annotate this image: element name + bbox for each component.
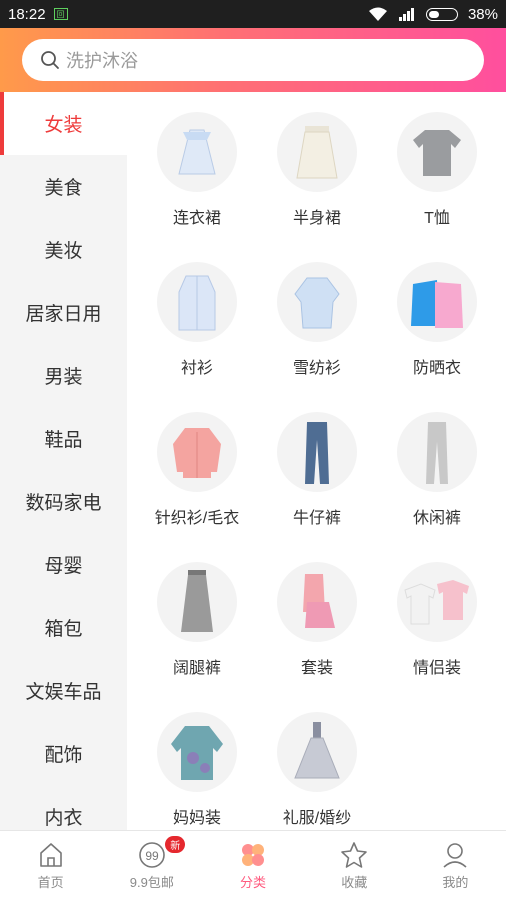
sidebar-item-label: 箱包 — [44, 619, 83, 640]
sidebar-item-2[interactable]: 美妆 — [0, 218, 127, 281]
category-sidebar: 女装美食美妆居家日用男装鞋品数码家电母婴箱包文娱车品配饰内衣 — [0, 92, 127, 830]
subcategory-item[interactable]: T恤 — [377, 112, 497, 228]
sidebar-item-11[interactable]: 内衣 — [0, 785, 127, 830]
subcategory-item[interactable]: 休闲裤 — [377, 412, 497, 528]
tab-profile[interactable]: 我的 — [405, 831, 506, 901]
subcategory-label: 衬衫 — [180, 360, 213, 377]
subcategory-item[interactable]: 礼服/婚纱 — [257, 712, 377, 828]
gown-icon — [277, 712, 357, 792]
sidebar-item-label: 母婴 — [44, 556, 83, 577]
tab-label: 分类 — [240, 875, 267, 890]
sidebar-item-label: 文娱车品 — [25, 682, 102, 703]
sidebar-item-1[interactable]: 美食 — [0, 155, 127, 218]
skirt-icon — [277, 112, 357, 192]
jeans-icon — [277, 412, 357, 492]
subcategory-item[interactable]: 防晒衣 — [377, 262, 497, 378]
chiffon-blouse-icon — [277, 262, 357, 342]
sidebar-item-7[interactable]: 母婴 — [0, 533, 127, 596]
subcategory-label: 牛仔裤 — [292, 510, 341, 527]
subcategory-label: 情侣装 — [412, 660, 461, 677]
sidebar-item-6[interactable]: 数码家电 — [0, 470, 127, 533]
sidebar-item-label: 男装 — [44, 367, 83, 388]
home-icon — [39, 843, 62, 867]
mom-top-icon — [157, 712, 237, 792]
tab-label: 我的 — [442, 875, 469, 890]
new-badge: 新 — [165, 836, 186, 853]
status-bar: 18:22 回 38% — [0, 0, 506, 28]
sidebar-item-8[interactable]: 箱包 — [0, 596, 127, 659]
subcategory-item[interactable]: 牛仔裤 — [257, 412, 377, 528]
casual-pants-icon — [397, 412, 477, 492]
sidebar-item-label: 美妆 — [44, 241, 83, 262]
star-icon — [341, 842, 368, 868]
sidebar-item-5[interactable]: 鞋品 — [0, 407, 127, 470]
wide-leg-pants-icon — [157, 562, 237, 642]
subcategory-grid: 连衣裙 半身裙 T恤衬衫 雪纺衫 防晒衣针织衫/毛衣 牛仔裤 休闲裤阔腿裤 套装 情侣装妈妈装 礼… — [127, 92, 506, 830]
bottom-tab-bar: 首页 99 9.9包邮 新分类 收藏 我的 — [0, 830, 506, 901]
sidebar-item-label: 鞋品 — [44, 430, 83, 451]
sidebar-item-10[interactable]: 配饰 — [0, 722, 127, 785]
sidebar-item-label: 配饰 — [44, 745, 83, 766]
sun-protection-jacket-icon — [397, 262, 477, 342]
99-shipping-icon: 99 — [138, 842, 165, 868]
profile-icon — [443, 843, 467, 868]
status-time: 18:22 — [8, 5, 46, 23]
sim-icon: 回 — [53, 8, 68, 20]
tab-label: 首页 — [37, 875, 64, 890]
battery-percent: 38% — [467, 5, 498, 23]
subcategory-item[interactable]: 半身裙 — [257, 112, 377, 228]
couple-tshirts-icon — [397, 562, 477, 642]
subcategory-label: 雪纺衫 — [292, 360, 341, 377]
subcategory-label: 防晒衣 — [412, 360, 461, 377]
search-placeholder: 洗护沐浴 — [66, 51, 138, 71]
sidebar-item-label: 居家日用 — [25, 304, 102, 325]
svg-text:99: 99 — [145, 849, 159, 863]
subcategory-item[interactable]: 阔腿裤 — [137, 562, 257, 678]
sidebar-item-label: 数码家电 — [25, 493, 102, 514]
tab-category[interactable]: 分类 — [202, 831, 303, 901]
tab-99-shipping[interactable]: 99 9.9包邮 新 — [101, 831, 202, 901]
subcategory-label: 阔腿裤 — [172, 660, 221, 677]
battery-icon — [425, 7, 458, 21]
sidebar-item-0[interactable]: 女装 — [0, 92, 127, 155]
subcategory-item[interactable]: 连衣裙 — [137, 112, 257, 228]
sidebar-item-3[interactable]: 居家日用 — [0, 281, 127, 344]
subcategory-label: 套装 — [300, 660, 333, 677]
subcategory-item[interactable]: 针织衫/毛衣 — [137, 412, 257, 528]
category-icon — [242, 844, 264, 866]
outfit-set-icon — [277, 562, 357, 642]
sidebar-item-label: 女装 — [44, 115, 83, 136]
subcategory-item[interactable]: 雪纺衫 — [257, 262, 377, 378]
wifi-icon — [368, 7, 387, 21]
dress-icon — [157, 112, 237, 192]
subcategory-label: 休闲裤 — [412, 510, 461, 527]
subcategory-label: 半身裙 — [292, 210, 341, 227]
sidebar-item-label: 美食 — [44, 178, 83, 199]
subcategory-label: 礼服/婚纱 — [282, 810, 352, 827]
tab-label: 9.9包邮 — [129, 875, 174, 890]
sidebar-item-label: 内衣 — [44, 808, 83, 829]
tab-label: 收藏 — [341, 875, 368, 890]
search-icon — [41, 51, 59, 69]
tab-home[interactable]: 首页 — [0, 831, 101, 901]
header: 洗护沐浴 — [0, 28, 506, 92]
subcategory-label: 妈妈装 — [172, 810, 221, 827]
sidebar-item-4[interactable]: 男装 — [0, 344, 127, 407]
subcategory-label: T恤 — [424, 210, 450, 227]
subcategory-item[interactable]: 情侣装 — [377, 562, 497, 678]
signal-icon — [398, 8, 414, 21]
cardigan-icon — [157, 412, 237, 492]
subcategory-item[interactable]: 套装 — [257, 562, 377, 678]
search-bar[interactable]: 洗护沐浴 — [22, 39, 484, 81]
sidebar-item-9[interactable]: 文娱车品 — [0, 659, 127, 722]
shirt-icon — [157, 262, 237, 342]
subcategory-label: 针织衫/毛衣 — [154, 510, 240, 527]
subcategory-label: 连衣裙 — [172, 210, 221, 227]
tshirt-icon — [397, 112, 477, 192]
subcategory-item[interactable]: 衬衫 — [137, 262, 257, 378]
subcategory-item[interactable]: 妈妈装 — [137, 712, 257, 828]
tab-star[interactable]: 收藏 — [304, 831, 405, 901]
